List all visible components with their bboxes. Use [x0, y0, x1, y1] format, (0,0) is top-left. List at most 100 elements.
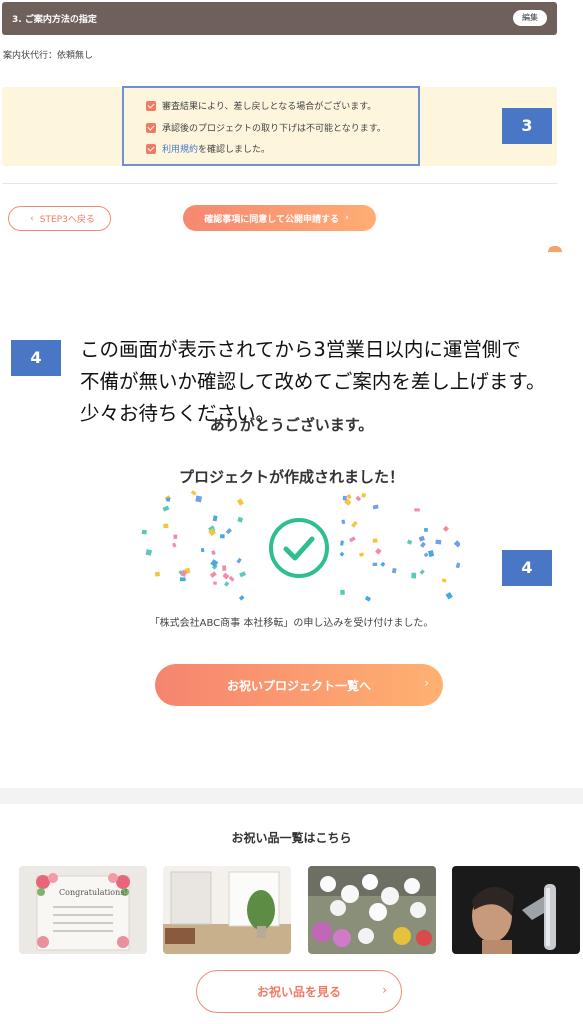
terms-of-use-link[interactable]: 利用規約 — [162, 142, 198, 155]
confetti-piece — [166, 497, 171, 502]
confetti-piece — [346, 493, 352, 500]
gift-project-list-button[interactable]: お祝いプロジェクト一覧へ › — [155, 664, 443, 706]
confetti-piece — [224, 581, 230, 587]
notice-line: 不備が無いか確認して改めてご案内を差し上げます。 — [80, 370, 546, 393]
back-to-step3-button[interactable]: ‹ STEP3へ戻る — [8, 206, 111, 231]
section-separator — [0, 788, 583, 804]
confetti-piece — [364, 595, 372, 602]
confetti-piece — [212, 515, 218, 522]
board-caption: Congratulations! — [59, 888, 128, 897]
confetti-piece — [453, 540, 460, 548]
confetti-piece — [455, 562, 460, 569]
confetti-piece — [173, 534, 178, 539]
chevron-left-icon: ‹ — [30, 213, 34, 224]
confetti-piece — [359, 552, 365, 557]
notice-line: この画面が表示されてから3営業日以内に運営側で — [80, 338, 521, 361]
gift-thumbnail-orchids[interactable] — [308, 866, 436, 954]
confetti-piece — [375, 548, 382, 555]
gift-thumbnail-congratulations-board[interactable]: Congratulations! — [19, 866, 147, 954]
agree-submit-button[interactable]: 確認事項に同意して公開申請する › — [183, 205, 376, 231]
section-title: 3. ご案内方法の指定 — [12, 15, 97, 25]
confetti-piece — [423, 527, 428, 532]
confetti-piece — [222, 565, 227, 571]
confetti-piece — [209, 571, 217, 578]
see-gifts-button[interactable]: お祝い品を見る › — [196, 970, 402, 1013]
confetti-piece — [342, 495, 347, 501]
gift-thumbnail-interior-plant[interactable] — [163, 866, 291, 954]
chevron-right-icon: › — [345, 213, 349, 223]
confetti-piece — [340, 589, 345, 595]
section-header: 3. ご案内方法の指定 編集 — [2, 2, 557, 35]
term-text: 承認後のプロジェクトの取り下げは不可能となります。 — [162, 124, 386, 134]
gift-project-list-label: お祝いプロジェクト一覧へ — [226, 678, 371, 693]
confetti-piece — [238, 595, 245, 601]
term-text: 審査結果により、差し戻しとなる場合がございます。 — [162, 102, 377, 112]
confetti-piece — [341, 519, 346, 525]
confetti-piece — [237, 516, 244, 523]
confetti-piece — [349, 536, 356, 543]
confetti-piece — [355, 495, 362, 502]
confetti-piece — [411, 572, 417, 579]
confetti-piece — [442, 525, 450, 532]
confetti-piece — [419, 569, 425, 575]
term-item-review[interactable]: 審査結果により、差し戻しとなる場合がございます。 — [146, 99, 376, 112]
confetti-piece — [220, 534, 225, 539]
checkbox-icon[interactable] — [146, 100, 156, 111]
term-item-withdraw[interactable]: 承認後のプロジェクトの取り下げは不可能となります。 — [146, 121, 386, 134]
confetti-piece — [339, 551, 345, 557]
chevron-right-icon: › — [424, 676, 429, 690]
confetti-piece — [340, 540, 344, 546]
project-created-message: プロジェクトが作成されました！ — [178, 468, 404, 486]
term-text: を確認しました。 — [198, 145, 271, 155]
submit-button-label: 確認事項に同意して公開申請する — [204, 214, 339, 225]
confetti-piece — [190, 490, 197, 496]
see-gifts-label: お祝い品を見る — [256, 985, 341, 999]
confetti-piece — [225, 528, 232, 535]
scroll-top-button-edge[interactable] — [548, 246, 562, 252]
confetti-piece — [427, 550, 435, 558]
gift-thumbnail-hair-dryer[interactable] — [452, 866, 580, 954]
confetti-piece — [200, 548, 205, 553]
confetti-piece — [435, 539, 442, 545]
term-item-agreement[interactable]: 利用規約 を確認しました。 — [146, 142, 270, 155]
confetti-piece — [380, 561, 386, 567]
back-button-label: STEP3へ戻る — [39, 215, 95, 225]
confetti-piece — [141, 529, 147, 535]
edit-button[interactable]: 編集 — [513, 10, 547, 26]
application-accepted-text: 「株式会社ABC商事 本社移転」の申し込みを受け付けました。 — [149, 618, 434, 629]
confetti-piece — [414, 508, 420, 512]
confetti-piece — [372, 504, 379, 510]
confetti-piece — [418, 535, 425, 542]
thanks-message: ありがとうございます。 — [209, 416, 374, 434]
confetti-piece — [236, 557, 242, 564]
confetti-piece — [420, 541, 426, 548]
confetti-piece — [372, 538, 378, 544]
confetti-piece — [211, 550, 216, 556]
confetti-piece — [423, 552, 429, 558]
confetti-piece — [445, 592, 453, 600]
checkbox-icon[interactable] — [146, 122, 156, 133]
confetti-piece — [145, 549, 153, 556]
confetti-piece — [162, 505, 170, 512]
confetti-piece — [163, 523, 169, 529]
success-check-icon — [269, 518, 329, 578]
confetti-piece — [154, 571, 161, 577]
confetti-piece — [361, 492, 367, 498]
confetti-piece — [179, 577, 186, 582]
confetti-piece — [406, 539, 413, 545]
confetti-piece — [172, 542, 177, 548]
divider — [2, 183, 557, 184]
chevron-right-icon: › — [382, 983, 387, 997]
checkbox-icon[interactable] — [146, 143, 156, 154]
gifts-heading: お祝い品一覧はこちら — [231, 831, 352, 845]
confetti-piece — [441, 578, 447, 583]
confetti-piece — [239, 571, 247, 578]
confetti-piece — [391, 567, 397, 574]
guide-status: 案内状代行：依頼無し — [3, 51, 94, 61]
confetti-piece — [195, 495, 203, 503]
confetti-piece — [228, 575, 235, 582]
step-badge-4-completion: 4 — [502, 550, 552, 586]
confetti-piece — [236, 498, 244, 506]
confetti-piece — [351, 520, 358, 528]
confetti-piece — [372, 562, 378, 566]
